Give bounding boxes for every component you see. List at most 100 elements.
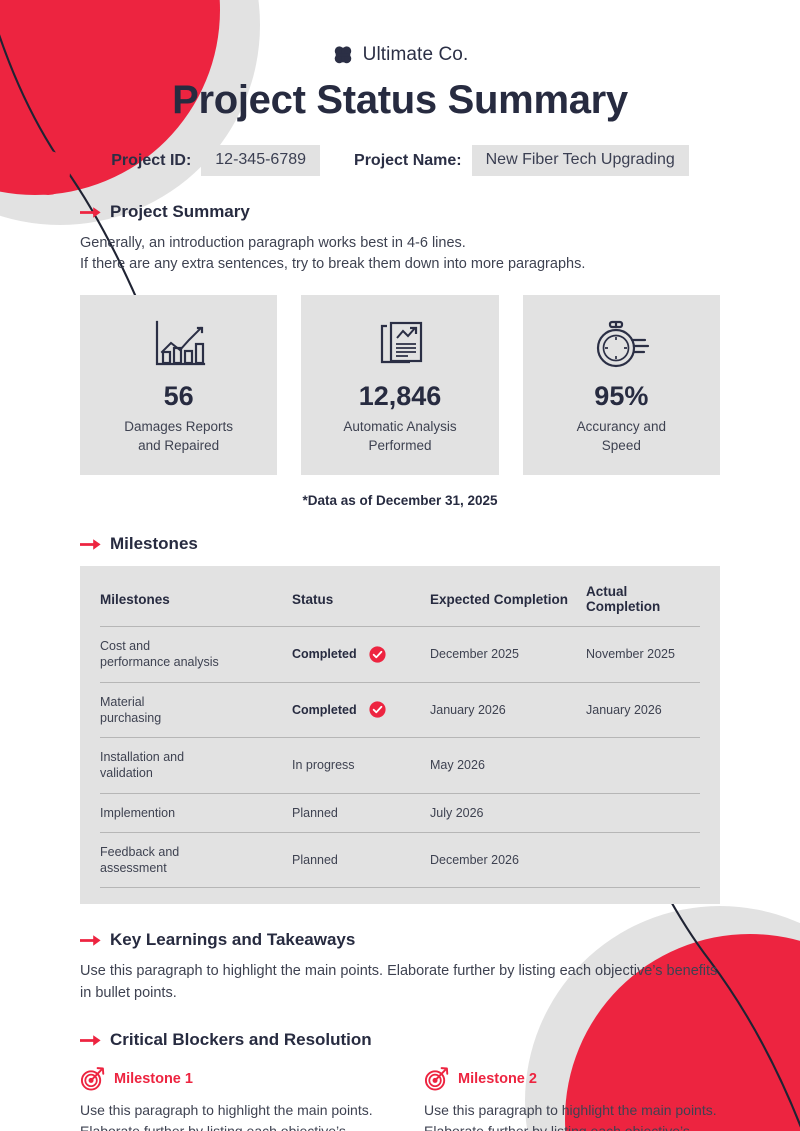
- status-text: Completed: [292, 647, 357, 662]
- brand-lockup: Ultimate Co.: [80, 0, 720, 66]
- cell-milestone: Installation and validation: [100, 737, 292, 794]
- milestone-line-2: performance analysis: [100, 655, 219, 670]
- blocker-title: Milestone 1: [114, 1070, 193, 1087]
- stat-label: Automatic Analysis Performed: [311, 418, 488, 455]
- section-title: Project Summary: [110, 202, 250, 221]
- cell-milestone: Cost and performance analysis: [100, 626, 292, 683]
- cell-status: Planned: [292, 793, 430, 833]
- table-row: Cost and performance analysis Completed: [100, 626, 700, 683]
- stat-label: Accurancy and Speed: [533, 418, 710, 455]
- section-title: Key Learnings and Takeaways: [110, 930, 356, 950]
- project-identity-row: Project ID: 12-345-6789 Project Name: Ne…: [80, 145, 720, 176]
- stopwatch-icon: [533, 313, 710, 375]
- clover-icon: [332, 44, 354, 66]
- blocker-header: Milestone 2: [424, 1066, 720, 1091]
- cell-status: Planned: [292, 832, 430, 889]
- bar-chart-icon: [90, 313, 267, 375]
- arrow-right-icon: [80, 1033, 101, 1048]
- blocker-group: Milestone 1 Use this paragraph to highli…: [80, 1066, 720, 1131]
- cell-milestone: Material purchasing: [100, 682, 292, 739]
- data-as-of-note: *Data as of December 31, 2025: [302, 493, 498, 509]
- table-header: Milestones Status Expected Completion Ac…: [100, 566, 700, 628]
- section-header-milestones: Milestones: [80, 534, 720, 554]
- stat-label-line-2: and Repaired: [138, 437, 220, 453]
- document-analysis-icon: [311, 313, 488, 375]
- arrow-right-icon: [80, 537, 101, 552]
- stat-card-damages-reports: 56 Damages Reports and Repaired: [80, 294, 278, 476]
- table-row: Material purchasing Completed January 20…: [100, 682, 700, 739]
- cell-actual-completion: [586, 832, 700, 889]
- column-header-actual-completion: Actual Completion: [586, 566, 700, 628]
- stat-value: 56: [163, 380, 194, 411]
- status-group: In progress: [292, 757, 430, 773]
- arrow-right-icon: [80, 933, 101, 948]
- status-group: Completed: [292, 646, 430, 663]
- cell-expected-completion: July 2026: [430, 793, 586, 833]
- project-status-summary-page: Ultimate Co. Project Status Summary Proj…: [0, 0, 800, 1131]
- cell-expected-completion: December 2025: [430, 626, 586, 683]
- check-circle-icon: [369, 701, 386, 718]
- milestone-line-1: Installation and: [100, 750, 185, 765]
- blocker-card-milestone-2: Milestone 2 Use this paragraph to highli…: [424, 1066, 720, 1131]
- status-text: Completed: [292, 702, 357, 717]
- section-title: Critical Blockers and Resolution: [110, 1030, 372, 1050]
- project-name-value[interactable]: New Fiber Tech Upgrading: [471, 145, 689, 176]
- milestone-line-2: validation: [100, 766, 153, 781]
- cell-milestone: Implemention: [100, 793, 292, 833]
- project-id-value[interactable]: 12-345-6789: [201, 145, 321, 176]
- blocker-header: Milestone 1: [80, 1066, 376, 1091]
- stat-label-line-1: Accurancy and: [576, 418, 666, 434]
- status-group: Planned: [292, 805, 430, 821]
- stat-value: 95%: [594, 380, 649, 411]
- cell-expected-completion: December 2026: [430, 832, 586, 889]
- milestones-table-panel: Milestones Status Expected Completion Ac…: [80, 566, 720, 905]
- milestone-line-1: Implemention: [100, 805, 176, 820]
- column-header-milestones: Milestones: [100, 566, 292, 628]
- cell-status: In progress: [292, 737, 430, 794]
- stat-label: Damages Reports and Repaired: [90, 418, 267, 455]
- table-row: Implemention Planned July 2026: [100, 793, 700, 833]
- cell-status: Completed: [292, 682, 430, 739]
- stat-card-accuracy-speed: 95% Accurancy and Speed: [522, 294, 720, 476]
- stat-label-line-2: Performed: [368, 437, 432, 453]
- blocker-card-milestone-1: Milestone 1 Use this paragraph to highli…: [80, 1066, 376, 1131]
- summary-line-1: Generally, an introduction paragraph wor…: [80, 235, 466, 251]
- stat-card-automatic-analysis: 12,846 Automatic Analysis Performed: [301, 294, 499, 476]
- milestone-line-2: assessment: [100, 861, 167, 876]
- cell-milestone: Feedback and assessment: [100, 832, 292, 889]
- stat-label-line-2: Speed: [601, 437, 641, 453]
- stat-label-line-1: Damages Reports: [124, 418, 234, 434]
- page-content: Ultimate Co. Project Status Summary Proj…: [0, 0, 800, 1131]
- status-text: In progress: [292, 758, 355, 773]
- section-header-project-summary: Project Summary: [80, 202, 720, 222]
- table-body: Cost and performance analysis Completed: [100, 626, 700, 889]
- brand-name: Ultimate Co.: [362, 44, 469, 65]
- arrow-right-icon: [80, 205, 101, 220]
- section-title: Milestones: [110, 534, 198, 554]
- blocker-body: Use this paragraph to highlight the main…: [80, 1102, 373, 1131]
- status-group: Planned: [292, 852, 430, 868]
- page-title: Project Status Summary: [172, 78, 628, 122]
- blocker-body: Use this paragraph to highlight the main…: [424, 1102, 717, 1131]
- status-group: Completed: [292, 701, 430, 718]
- milestones-table: Milestones Status Expected Completion Ac…: [100, 566, 700, 889]
- milestone-line-1: Material: [100, 694, 145, 709]
- cell-expected-completion: January 2026: [430, 682, 586, 739]
- status-text: Planned: [292, 805, 338, 820]
- section-header-critical-blockers: Critical Blockers and Resolution: [80, 1030, 720, 1050]
- cell-actual-completion: [586, 793, 700, 833]
- stat-card-group: 56 Damages Reports and Repaired 12,846 A…: [80, 294, 720, 476]
- blocker-title: Milestone 2: [458, 1070, 537, 1087]
- cell-expected-completion: May 2026: [430, 737, 586, 794]
- milestone-line-1: Feedback and: [100, 844, 180, 859]
- stat-label-line-1: Automatic Analysis: [343, 418, 457, 434]
- table-header-row: Milestones Status Expected Completion Ac…: [100, 566, 700, 628]
- column-header-status: Status: [292, 566, 430, 628]
- table-row: Installation and validation In progress …: [100, 737, 700, 794]
- milestone-line-2: purchasing: [100, 710, 162, 725]
- column-header-expected-completion: Expected Completion: [430, 566, 586, 628]
- project-id-label: Project ID:: [111, 151, 192, 169]
- cell-status: Completed: [292, 626, 430, 683]
- cell-actual-completion: [586, 737, 700, 794]
- project-name-label: Project Name:: [354, 151, 462, 169]
